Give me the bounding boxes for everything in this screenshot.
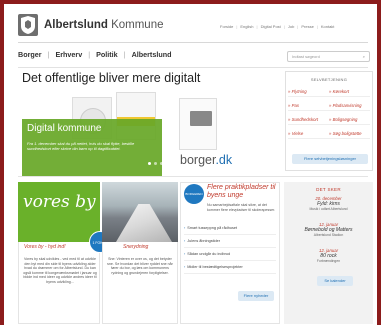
page-frame: Albertslund Kommune Forside | English | Di…: [4, 4, 377, 325]
ss-link-pas[interactable]: » Pas: [288, 101, 329, 111]
separator: |: [256, 24, 258, 29]
borger-dk-logo[interactable]: borger.dk: [180, 153, 232, 167]
ss-link-pladsanvisning[interactable]: » Pladsanvisning: [329, 101, 370, 111]
toplink-job[interactable]: Job: [288, 24, 294, 29]
carousel-dot[interactable]: [148, 162, 151, 165]
separator: |: [297, 24, 299, 29]
separator: |: [283, 24, 285, 29]
separator: |: [236, 24, 238, 29]
vores-by-title[interactable]: Vores by - hyd ind!: [24, 244, 66, 250]
ss-link-label: Kørekort: [332, 89, 350, 94]
event-item[interactable]: 20. december Fyld: kirns Musik i udført …: [284, 196, 373, 211]
toplink-presse[interactable]: Presse: [301, 24, 313, 29]
event-place: Albertslund Stadion: [313, 233, 344, 237]
more-selfservice-button[interactable]: Flere selvbetjeningsløsninger: [292, 154, 368, 164]
event-item[interactable]: 12. januar Børnebold og Matters Albertsl…: [284, 222, 373, 237]
vores-by-desc: Vores by skal udvikles - ved med til at …: [23, 257, 97, 284]
site-logo[interactable]: Albertslund Kommune: [44, 19, 164, 31]
news-item[interactable]: › Sådan undgår du indbrud: [184, 248, 276, 261]
news-item[interactable]: › Julens åbningstider: [184, 235, 276, 248]
news-list: › Smart tusseppng på rådhuset › Julens åbn…: [184, 222, 276, 274]
ss-link-korekort[interactable]: » Kørekort: [329, 87, 370, 97]
news-item-label: Sådan undgår du indbrud: [187, 252, 231, 256]
arrow-icon: ›: [184, 226, 186, 230]
ss-link-label: Søg boligstøtte: [332, 131, 362, 136]
separator: |: [123, 50, 126, 59]
ss-link-label: Vielse: [291, 131, 304, 136]
arrow-icon: ›: [184, 265, 186, 269]
municipality-crest-icon[interactable]: [18, 14, 38, 36]
carousel-dot[interactable]: [166, 162, 169, 165]
news-item-label: Smart tusseppng på rådhuset: [187, 226, 238, 230]
carousel-dots: [148, 162, 169, 165]
ss-link-boligsogning[interactable]: » Boligsøgning: [329, 115, 370, 125]
more-news-button[interactable]: Flere nyheder: [238, 291, 274, 301]
divider: [18, 67, 368, 68]
hero-title: Det offentlige bliver mere digitalt: [22, 71, 201, 85]
arrow-icon: ›: [184, 239, 186, 243]
main-nav: Borger | Erhverv | Politik | Albertslund: [18, 50, 172, 59]
events-title: DET SKER: [316, 187, 341, 192]
news-item[interactable]: › Midler til bestædtigelsesprojekter: [184, 261, 276, 274]
ss-link-flytning[interactable]: » Flytning: [288, 87, 329, 97]
snerydning-title[interactable]: Snerydning: [123, 244, 148, 250]
divider: [18, 42, 368, 43]
nav-albertslund[interactable]: Albertslund: [132, 50, 172, 59]
news-item-label: Julens åbningstider: [187, 239, 220, 243]
logo-suffix: Kommune: [107, 19, 164, 31]
calendar-button[interactable]: Se kalender: [317, 276, 353, 286]
arrow-icon: ›: [184, 252, 186, 256]
vores-by-logo: vores by: [23, 192, 96, 212]
ss-link-label: Flytning: [291, 89, 307, 94]
brand-suffix: .dk: [215, 153, 233, 167]
logo-name: Albertslund: [44, 19, 108, 31]
ss-link-label: Sundhedskort: [291, 117, 319, 122]
digital-post-box-image: [179, 98, 217, 150]
toplink-digital-post[interactable]: Digital Post: [261, 24, 281, 29]
separator: |: [88, 50, 91, 59]
nav-politik[interactable]: Politik: [96, 50, 118, 59]
ss-link-vielse[interactable]: » Vielse: [288, 129, 329, 139]
ss-link-boligstotte[interactable]: » Søg boligstøtte: [329, 129, 370, 139]
carousel-dot[interactable]: [160, 162, 163, 165]
laptop-icon: [190, 111, 212, 126]
news-headline[interactable]: Flere praktikpladser til byens unge: [207, 184, 277, 200]
hero-caption-title: Digital kommune: [27, 123, 102, 134]
event-place: Musik i udført Albertslund: [309, 207, 348, 211]
event-place: Forbrændingen: [316, 259, 341, 263]
borgeren-badge: BORGEREN: [184, 184, 204, 204]
news-desc: Nu samarbejdsaftale skal sikre, at det k…: [207, 203, 276, 212]
hero-caption-desc: Fra 1. december skal du på nettet, hvis …: [27, 141, 135, 151]
news-item[interactable]: › Smart tusseppng på rådhuset: [184, 222, 276, 235]
toplink-forside[interactable]: Forside: [220, 24, 233, 29]
ss-link-label: Boligsøgning: [332, 117, 358, 122]
carousel-dot[interactable]: [154, 162, 157, 165]
event-item[interactable]: 12. januar 80 rock Forbrændingen: [284, 248, 373, 263]
separator: |: [316, 24, 318, 29]
divider: [18, 176, 368, 177]
top-links: Forside | English | Digital Post | Job | Pre…: [220, 24, 334, 29]
snerydning-desc: Sne: Vinteren er over os, og det betyder…: [107, 257, 173, 275]
selfservice-title: SELVBETJENING: [310, 77, 348, 82]
separator: |: [47, 50, 50, 59]
search-icon[interactable]: ⌕: [363, 54, 365, 59]
ss-link-label: Pas: [291, 103, 299, 108]
toplink-english[interactable]: English: [240, 24, 253, 29]
selfservice-links: » Flytning » Kørekort » Pas » Pladsanvis…: [288, 87, 370, 139]
nav-erhverv[interactable]: Erhverv: [55, 50, 82, 59]
toplink-kontakt[interactable]: Kontakt: [321, 24, 335, 29]
vores-by-banner[interactable]: [18, 182, 100, 242]
news-item-label: Midler til bestædtigelsesprojekter: [187, 265, 243, 269]
brand-main: borger: [180, 153, 216, 167]
ss-link-sundhedskort[interactable]: » Sundhedskort: [288, 115, 329, 125]
ss-link-label: Pladsanvisning: [332, 103, 362, 108]
hero-caption[interactable]: Digital kommune Fra 1. december skal du …: [22, 119, 162, 177]
search-placeholder: Indtast søgeord: [292, 54, 320, 59]
nav-borger[interactable]: Borger: [18, 50, 42, 59]
search-input[interactable]: Indtast søgeord ⌕: [287, 51, 370, 62]
